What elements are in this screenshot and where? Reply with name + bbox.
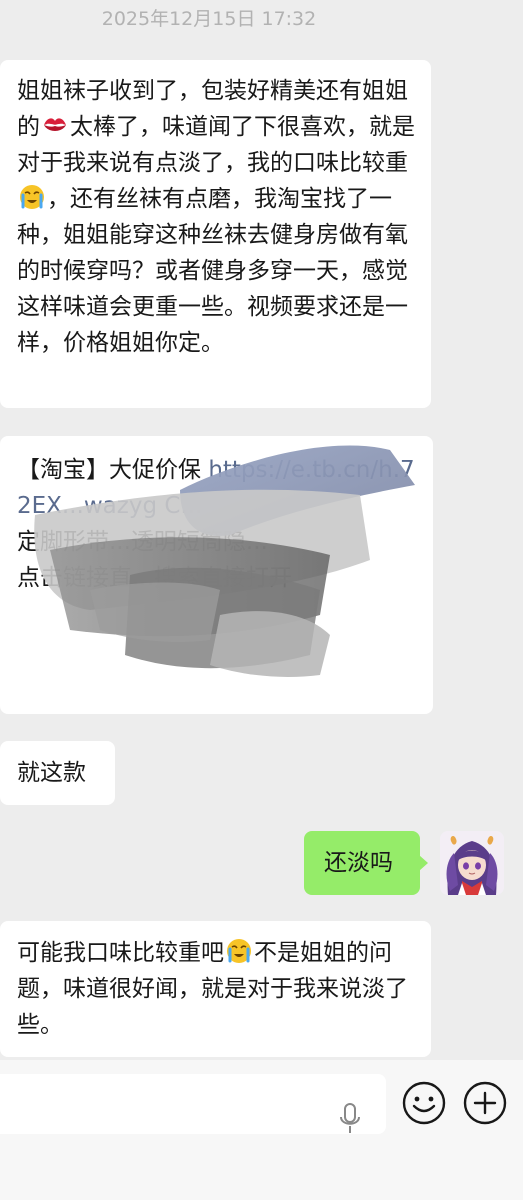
message-text: 定脚形带...透明短筒隐...	[17, 529, 268, 555]
message-bubble-incoming[interactable]: 就这款	[0, 741, 115, 805]
message-bubble-outgoing[interactable]: 还淡吗	[304, 831, 428, 895]
avatar[interactable]	[440, 831, 504, 895]
smiley-icon[interactable]	[401, 1080, 447, 1126]
message-input[interactable]	[0, 1074, 386, 1134]
anime-avatar-image	[440, 831, 504, 895]
message-text: 点击链接直...搜索直接打开	[17, 565, 292, 591]
message-text: ，还有丝袜有点磨，我淘宝找了一种，姐姐能穿这种丝袜去健身房做有氧的时候穿吗？或者…	[17, 186, 408, 356]
message-text: 太棒了，味道闻了下很喜欢，就是对于我来说有点淡了，我的口味比较重	[17, 114, 415, 176]
microphone-icon[interactable]	[338, 1102, 362, 1136]
message-text: 【淘宝】大促价保	[17, 457, 209, 483]
message-text: 可能我口味比较重吧	[17, 940, 224, 966]
timestamp: 2025年12月15日 17:32	[101, 8, 317, 30]
plus-circle-icon[interactable]	[462, 1080, 508, 1126]
message-bubble-incoming[interactable]: 姐姐袜子收到了，包装好精美还有姐姐的 太棒了，味道闻了下很喜欢，就是对于我来说有…	[0, 60, 431, 408]
input-bar	[0, 1060, 523, 1200]
message-bubble-incoming[interactable]: 可能我口味比较重吧 不是姐姐的问题，味道很好闻，就是对于我来说淡了些。	[0, 921, 431, 1057]
loudly-crying-emoji	[20, 185, 44, 209]
message-text: 还淡吗	[324, 850, 393, 876]
loudly-crying-emoji	[227, 939, 251, 963]
message-bubble-incoming-link[interactable]: 【淘宝】大促价保 https://e.tb.cn/h.72EX...wazyg …	[0, 436, 433, 714]
message-text: 就这款	[17, 760, 86, 786]
kiss-mark-emoji	[44, 118, 66, 131]
